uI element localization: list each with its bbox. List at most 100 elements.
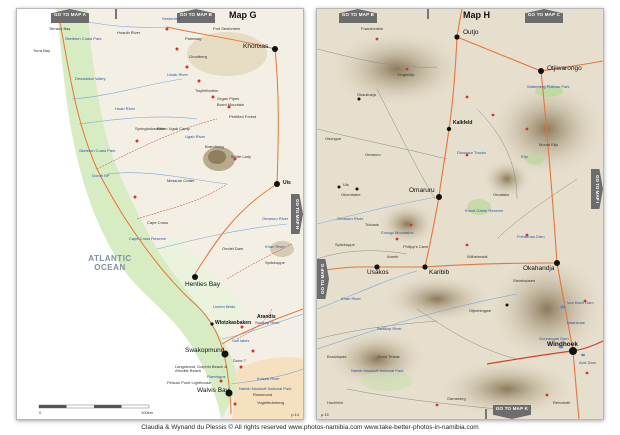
namib-naukluft-park [361,371,413,391]
map-label: Von Bach Dam [567,300,594,305]
town-label-omaruru: Omaruru [409,187,435,194]
poi-pin [525,127,529,131]
etjo-park [526,153,544,165]
town-dot-uis [274,181,280,187]
town-label-kalkfeld: Kalkfeld [453,120,473,126]
town-label-outjo: Outjo [463,29,479,36]
map-label: Wilhelmstal [467,254,488,259]
map-label: Gamsberg [447,396,466,401]
map-label: Messum Crater [167,178,195,183]
map-label: Langstrand, Dolphin Beach & Afrodite Bea… [175,364,228,373]
map-label: Uis [343,182,349,187]
town-label-walvis-bay: Walvis Bay [197,387,229,394]
map-label: Okaukuejo [357,92,377,97]
relief-patch [382,274,492,324]
map-label: Cape Cross Reserve [129,236,167,241]
village-dot [337,185,341,189]
map-label: Swakop River [377,326,402,331]
map-label: Brandberg [205,144,224,149]
map-label: Erindi Game Reserve [465,208,504,213]
poi-pin [133,195,137,199]
town-label-usakos: Usakos [367,269,389,276]
map-label: Skeleton Coast Park [65,36,102,41]
poi-pin [395,237,399,241]
town-label-swakopmund: Swakopmund [185,347,225,354]
town-label-khorixas: Khorixas [243,43,269,50]
map-label: Waterberg Plateau Park [527,84,570,89]
map-label: Lichen fields [213,304,236,309]
town-dot-okahandja [554,260,560,266]
map-label: Ugab River [185,134,206,139]
map-label: Torra Bay [33,48,51,53]
map-label: Namib Naukluft National Park [239,386,292,391]
poi-pin [409,223,413,227]
map-h-title: Map H [463,10,490,20]
relief-patch [377,202,437,246]
relief-patch [327,29,467,109]
poi-pin [435,403,439,407]
map-label: Swakop River [255,320,280,325]
poi-pin [465,243,469,247]
map-label: Salt lakes [232,338,250,343]
poi-pin [545,393,549,397]
map-label: Fort Sesfontein [213,26,241,31]
poi-pin [165,27,169,31]
map-label: Philipp's Cave [403,244,429,249]
map-label: Vingerklip [397,72,415,77]
town-label-otjiwarongo: Otjiwarongo [547,65,582,72]
poi-pin [239,365,243,369]
map-label: Sesfontein [162,16,181,21]
town-label-karibib: Karibib [429,269,450,276]
map-label-uis: Uis [283,180,291,186]
map-label: Omaruru River [262,216,289,221]
map-label: Etjo [521,154,528,159]
map-label: Flamingos [207,374,226,379]
map-label: Rehoboth [553,400,571,405]
map-g-title: Map G [229,10,257,20]
map-label: Kuiseb River [257,376,280,381]
village-dot [355,187,359,191]
map-label: Huab River [115,106,136,111]
map-label: Pelican Point Lighthouse [167,380,212,385]
map-label: Uniab River [167,72,188,77]
poi-pin [585,371,589,375]
von-bach-dam [560,305,566,309]
ocean-label: ATLANTIC OCEAN [88,254,132,272]
map-label-burnt-mountain: Burnt Mountain [217,102,245,107]
town-dot-kalkfeld [446,126,452,132]
map-label: Namib Naukluft National Park [351,368,404,373]
poi-pin [185,65,189,69]
poi-pin [405,67,409,71]
poi-pin [135,139,139,143]
poi-pin [375,37,379,41]
map-label: Khan River [341,296,361,301]
town-label-okahandja: Okahandja [523,265,555,272]
map-label: Okongue [325,136,342,141]
map-label: Groot Tinkas [377,354,400,359]
map-label: Friedenau Dam [517,234,545,239]
town-label-arandis: Arandis [257,314,276,320]
map-label: Rossmund [253,392,273,397]
map-label: Franzfontein [361,26,384,31]
village-dot [357,97,361,101]
scale-bar [38,404,150,409]
map-label: Erongo Mountains [381,230,414,235]
map-g-page: Map G GO TO MAP A GO TO MAP B GO TO MAP … [16,8,304,420]
map-label: Grootberg [189,54,208,59]
map-label: Cape Cross [147,220,169,225]
map-label: Tubusis [365,222,379,227]
scale-bar-segment [94,405,122,408]
map-g-canvas [17,9,303,419]
map-label: Dorob NP [92,173,110,178]
map-label: Otjimbingwe [469,308,492,313]
avis-dam [581,353,585,357]
map-label: Omdel Dam [222,246,244,251]
map-label: Dinosaur Tracks [457,150,486,155]
poi-pin [233,402,237,406]
town-label-windhoek: Windhoek [547,341,578,348]
map-label: Omaruru [365,152,381,157]
copyright-footer: Claudia & Wynand du Plessis © All rights… [141,424,479,431]
town-label-wlotzkasbaken: Wlotzkasbaken [215,320,252,326]
map-label-twyfelfontein: Twyfelfontein [195,88,219,93]
map-label: Bosluispas [327,354,347,359]
